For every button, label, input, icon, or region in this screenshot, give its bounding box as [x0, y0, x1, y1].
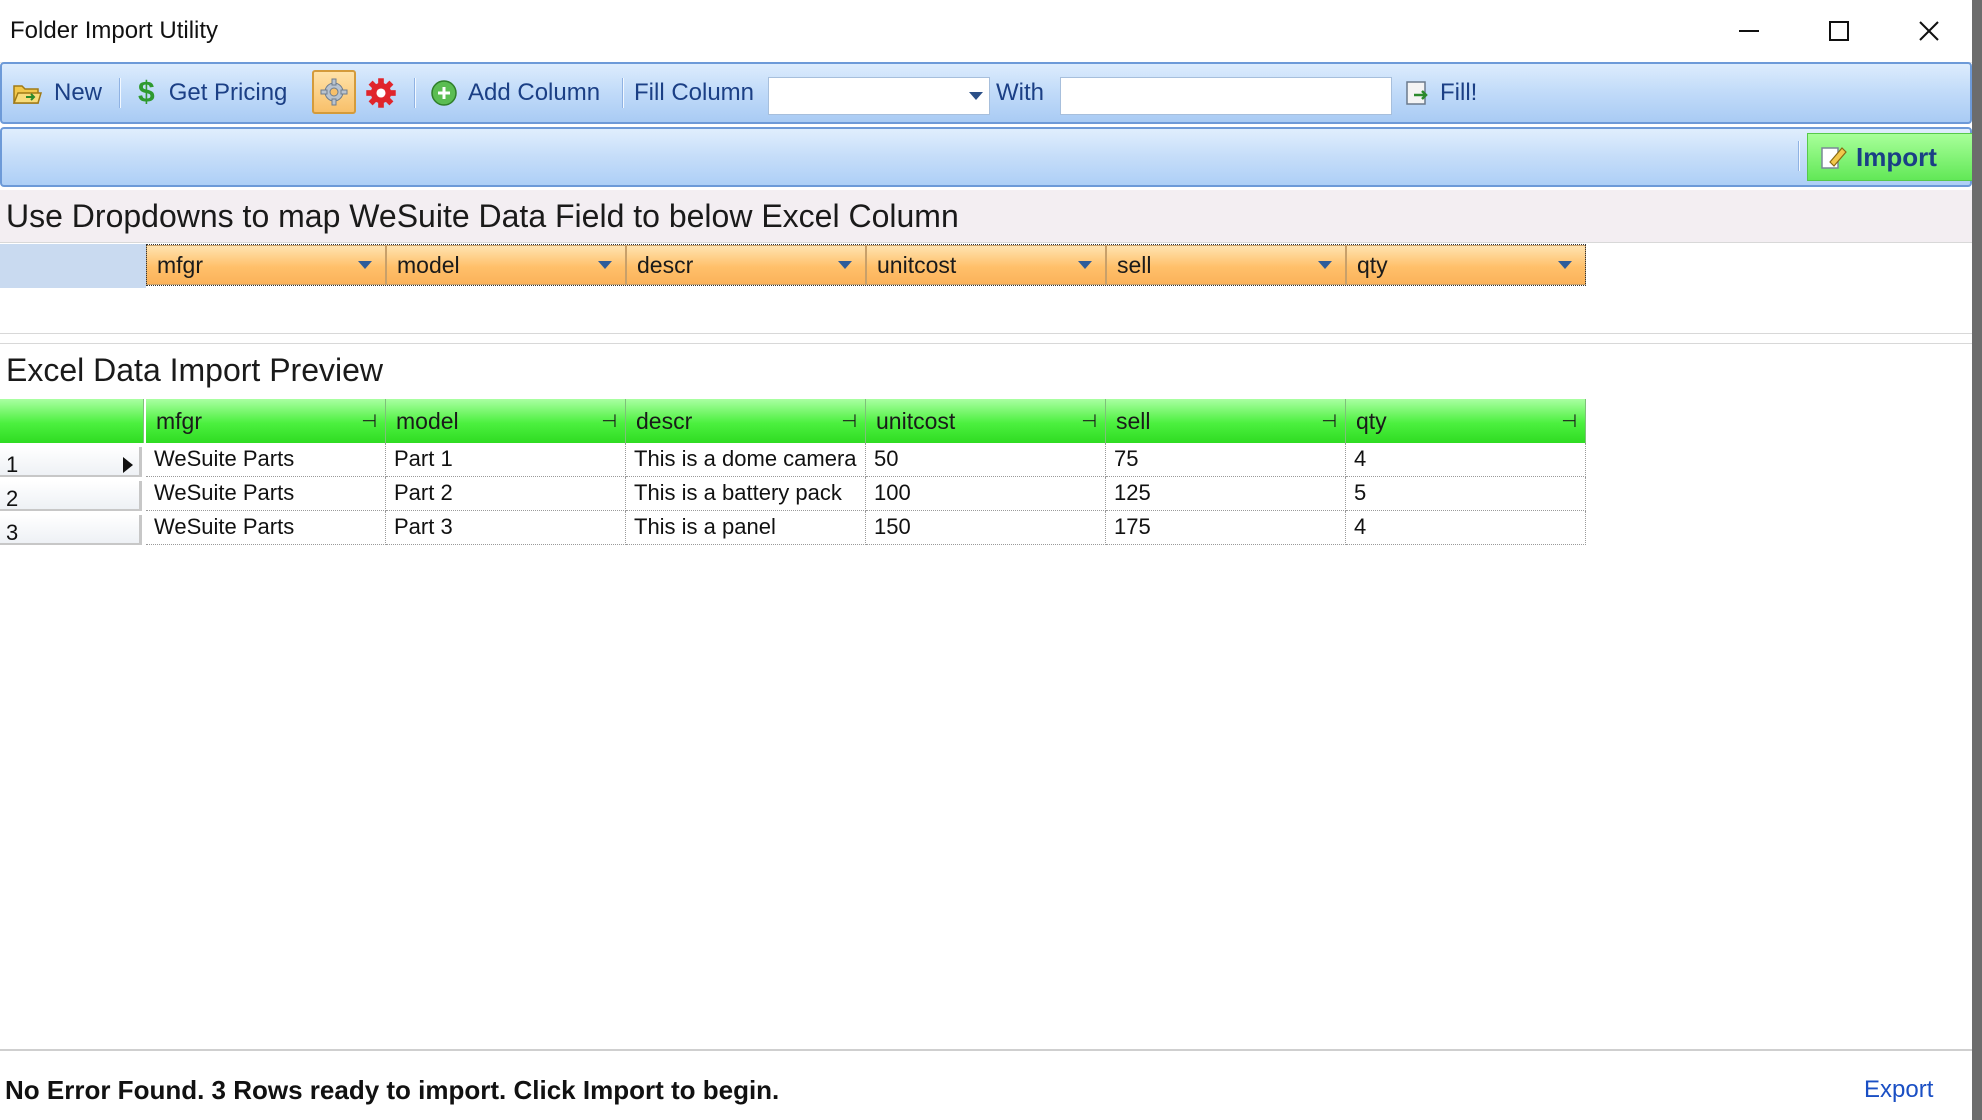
add-column-button[interactable]: Add Column	[430, 64, 600, 122]
grid-corner-header	[0, 399, 144, 443]
pin-icon[interactable]: ⊣	[601, 411, 617, 432]
table-cell[interactable]: Part 3	[386, 511, 626, 545]
close-button[interactable]	[1884, 0, 1974, 62]
main-toolbar: New $ Get Pricing Add Column Fill Column…	[0, 62, 1972, 124]
pencil-edit-icon	[1821, 147, 1847, 169]
window-edge	[1972, 0, 1982, 1120]
mapping-header: Use Dropdowns to map WeSuite Data Field …	[0, 190, 1972, 243]
toolbar-separator	[119, 78, 121, 108]
new-label: New	[54, 79, 103, 106]
table-cell[interactable]: WeSuite Parts	[146, 477, 386, 511]
table-cell[interactable]: 175	[1106, 511, 1346, 545]
table-cell[interactable]: This is a panel	[626, 511, 866, 545]
fill-column-select[interactable]	[768, 77, 990, 115]
settings-button[interactable]	[312, 70, 356, 114]
maximize-icon	[1829, 21, 1849, 41]
action-toolbar: Import	[0, 127, 1975, 187]
pin-icon[interactable]: ⊣	[1561, 411, 1577, 432]
row-header[interactable]: 3	[0, 515, 142, 545]
table-cell[interactable]: 100	[866, 477, 1106, 511]
get-pricing-button[interactable]: $ Get Pricing	[138, 64, 287, 122]
mapping-row-header	[0, 244, 146, 288]
status-message: No Error Found. 3 Rows ready to import. …	[5, 1075, 780, 1105]
folder-open-icon	[12, 85, 42, 104]
table-cell[interactable]: 125	[1106, 477, 1346, 511]
red-gear-icon	[366, 78, 396, 108]
with-input[interactable]	[1060, 77, 1392, 115]
dollar-icon: $	[138, 76, 155, 109]
pin-icon[interactable]: ⊣	[1081, 411, 1097, 432]
gear-icon	[320, 78, 348, 106]
table-cell[interactable]: Part 1	[386, 443, 626, 477]
current-row-indicator-icon	[123, 457, 133, 473]
fill-button[interactable]: Fill!	[1404, 64, 1477, 122]
add-column-label: Add Column	[468, 79, 601, 106]
column-header-sell[interactable]: sell ⊣	[1106, 399, 1346, 443]
column-header-label: unitcost	[876, 408, 956, 434]
toolbar-separator	[414, 78, 416, 108]
pin-icon[interactable]: ⊣	[841, 411, 857, 432]
table-cell[interactable]: WeSuite Parts	[146, 443, 386, 477]
minimize-icon	[1739, 30, 1759, 32]
column-header-label: mfgr	[156, 408, 202, 434]
table-cell[interactable]: This is a dome camera	[626, 443, 866, 477]
row-number: 1	[6, 452, 19, 477]
row-header[interactable]: 1	[0, 447, 142, 477]
table-cell[interactable]: WeSuite Parts	[146, 511, 386, 545]
column-header-label: qty	[1356, 408, 1387, 434]
column-header-label: model	[396, 408, 459, 434]
column-header-label: sell	[1116, 408, 1151, 434]
close-icon	[1919, 21, 1939, 41]
column-header-descr[interactable]: descr ⊣	[626, 399, 866, 443]
column-header-model[interactable]: model ⊣	[386, 399, 626, 443]
toolbar-separator	[1798, 141, 1800, 171]
table-cell[interactable]: 4	[1346, 443, 1586, 477]
mapping-row-focus	[146, 244, 1586, 286]
pin-icon[interactable]: ⊣	[361, 411, 377, 432]
column-header-mfgr[interactable]: mfgr ⊣	[146, 399, 386, 443]
new-button[interactable]: New	[12, 64, 102, 122]
table-cell[interactable]: 5	[1346, 477, 1586, 511]
row-number: 2	[6, 486, 19, 511]
column-header-qty[interactable]: qty ⊣	[1346, 399, 1586, 443]
import-label: Import	[1856, 141, 1937, 172]
table-cell[interactable]: 75	[1106, 443, 1346, 477]
add-circle-icon	[431, 80, 457, 106]
table-cell[interactable]: 150	[866, 511, 1106, 545]
pin-icon[interactable]: ⊣	[1321, 411, 1337, 432]
import-button[interactable]: Import	[1807, 133, 1975, 181]
column-header-label: descr	[636, 408, 693, 434]
with-label: With	[996, 79, 1044, 106]
export-link[interactable]: Export	[1864, 1076, 1933, 1104]
mapping-heading: Use Dropdowns to map WeSuite Data Field …	[6, 198, 959, 234]
status-divider	[0, 1049, 1972, 1051]
minimize-button[interactable]	[1704, 0, 1794, 62]
fill-page-icon	[1406, 81, 1428, 105]
row-header[interactable]: 2	[0, 481, 142, 511]
fill-label: Fill!	[1440, 79, 1478, 106]
preview-heading: Excel Data Import Preview	[6, 352, 384, 388]
splitter-line	[0, 333, 1972, 334]
title-bar: Folder Import Utility	[0, 0, 1982, 63]
row-number: 3	[6, 520, 19, 545]
fill-column-label: Fill Column	[634, 79, 755, 106]
get-pricing-label: Get Pricing	[168, 79, 288, 106]
toolbar-separator	[622, 78, 624, 108]
column-header-unitcost[interactable]: unitcost ⊣	[866, 399, 1106, 443]
table-cell[interactable]: Part 2	[386, 477, 626, 511]
red-gear-button[interactable]	[364, 64, 398, 122]
chevron-down-icon	[969, 92, 983, 100]
table-cell[interactable]: 4	[1346, 511, 1586, 545]
window-title: Folder Import Utility	[10, 17, 219, 44]
table-cell[interactable]: 50	[866, 443, 1106, 477]
maximize-button[interactable]	[1794, 0, 1884, 62]
table-cell[interactable]: This is a battery pack	[626, 477, 866, 511]
splitter-line	[0, 343, 1972, 344]
